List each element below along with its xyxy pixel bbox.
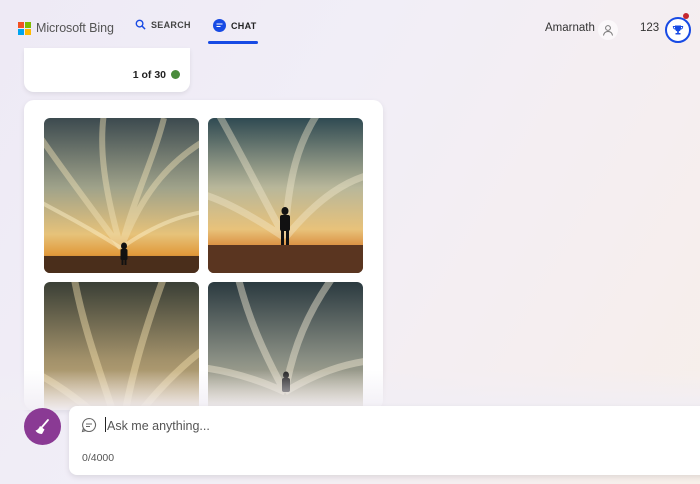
chat-icon (213, 19, 226, 32)
tab-chat-label: CHAT (231, 20, 257, 31)
chat-input[interactable] (105, 415, 669, 437)
microsoft-logo-icon (18, 21, 31, 35)
brand-name: Microsoft Bing (36, 21, 114, 35)
chat-composer: 0/4000 (69, 406, 700, 475)
tab-chat[interactable]: CHAT (213, 19, 257, 32)
text-cursor (105, 417, 106, 432)
character-count: 0/4000 (82, 452, 115, 464)
rewards-points[interactable]: 123 (640, 22, 659, 34)
broom-icon (35, 418, 49, 434)
status-dot (171, 70, 180, 79)
user-avatar-icon[interactable] (598, 20, 618, 40)
generated-image-1[interactable] (44, 118, 199, 273)
turn-counter: 1 of 30 (132, 69, 166, 81)
active-tab-indicator (208, 41, 258, 44)
rewards-trophy-icon[interactable] (665, 17, 691, 43)
generated-image-2[interactable] (208, 118, 363, 273)
notification-dot (683, 13, 689, 19)
tab-search[interactable]: SEARCH (135, 19, 191, 30)
bing-logo[interactable]: Microsoft Bing (18, 21, 114, 35)
turn-counter-card: 1 of 30 (24, 48, 190, 92)
new-topic-button[interactable] (24, 408, 61, 445)
search-icon (135, 19, 146, 30)
image-results-card (24, 100, 383, 410)
scroll-fade (0, 370, 700, 410)
tab-search-label: SEARCH (151, 19, 191, 30)
user-name[interactable]: Amarnath (545, 22, 595, 34)
chat-bubble-icon (81, 417, 97, 433)
